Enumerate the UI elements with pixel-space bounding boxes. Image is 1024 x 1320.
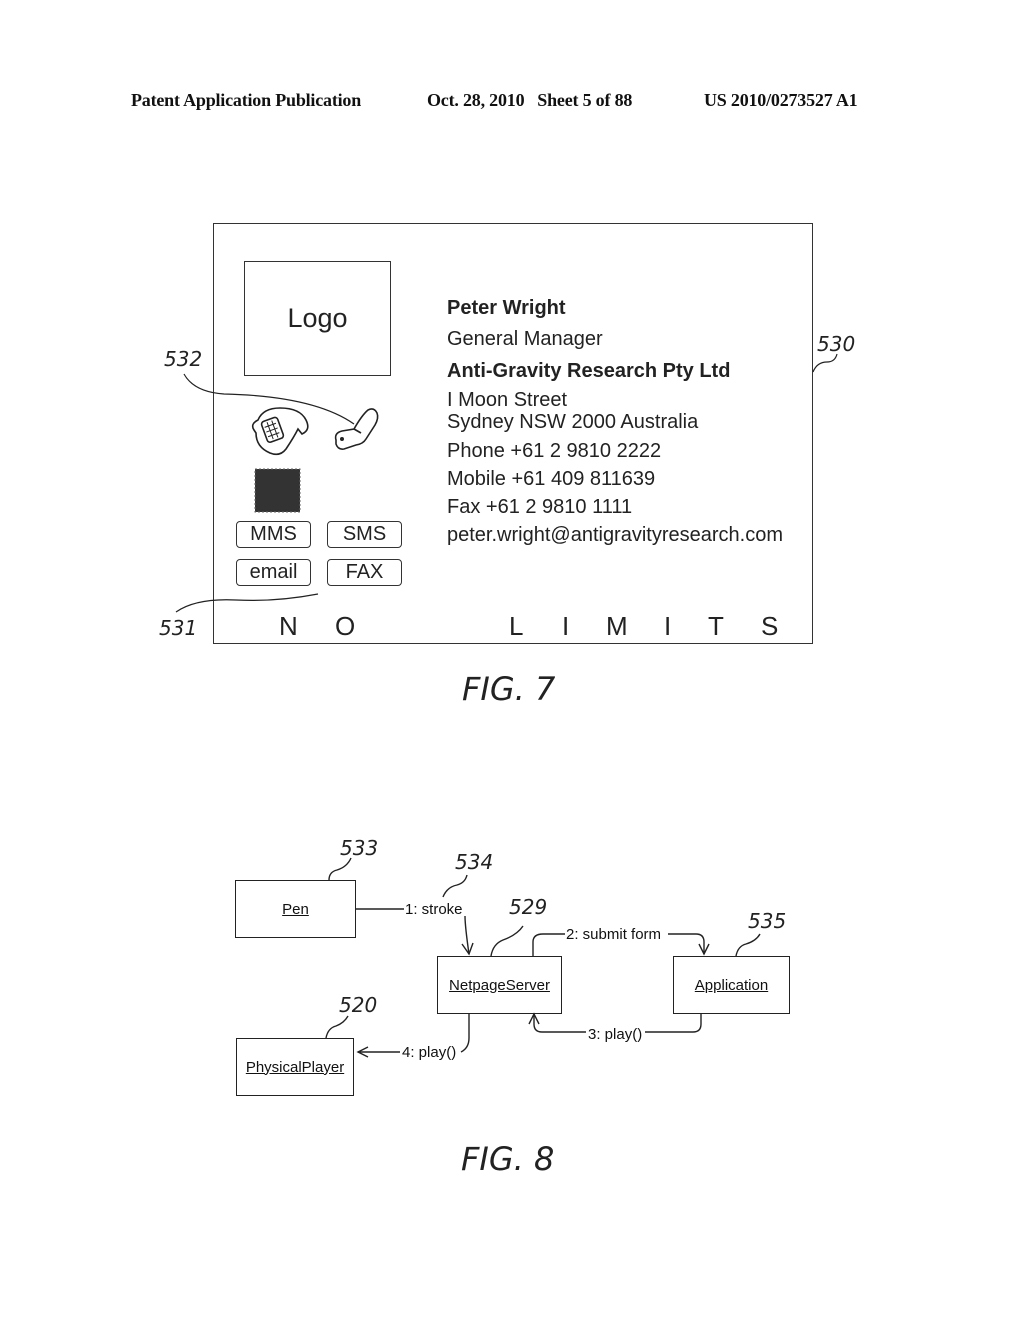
card-phone[interactable]: Phone +61 2 9810 2222 xyxy=(447,440,661,463)
ref-529-leader xyxy=(490,925,524,957)
tagline-letter: I xyxy=(562,611,570,641)
message-submit-form: 2: submit form xyxy=(565,926,663,943)
ref-532: 532 xyxy=(164,347,203,371)
card-address-line1: I Moon Street xyxy=(447,389,568,411)
tagline-letter: I xyxy=(664,611,672,641)
card-mobile[interactable]: Mobile +61 409 811639 xyxy=(447,468,655,491)
fig8-caption: FIG. 8 xyxy=(461,1140,555,1178)
ref-535-leader xyxy=(735,933,761,957)
ref-530-leader xyxy=(812,353,838,373)
card-email[interactable]: peter.wright@antigravityresearch.com xyxy=(447,524,783,547)
tagline-letter: L xyxy=(509,611,524,641)
logo-label: Logo xyxy=(287,303,348,333)
submit-form-arrow-head xyxy=(698,943,710,956)
object-netpage-server[interactable]: NetpageServer xyxy=(437,956,562,1014)
ref-531: 531 xyxy=(159,616,198,640)
fax-button[interactable]: FAX xyxy=(327,559,402,586)
ref-533-leader xyxy=(328,857,352,881)
stroke-arrow-head xyxy=(461,942,474,956)
tagline-letter: M xyxy=(606,611,628,641)
fig7-caption: FIG. 7 xyxy=(462,670,556,708)
play4-arrow-head xyxy=(356,1046,369,1058)
object-application[interactable]: Application xyxy=(673,956,790,1014)
ref-534: 534 xyxy=(455,850,494,874)
card-company: Anti-Gravity Research Pty Ltd xyxy=(447,360,731,382)
stroke-arrow xyxy=(464,915,470,955)
object-physical-player[interactable]: PhysicalPlayer xyxy=(236,1038,354,1096)
ref-533: 533 xyxy=(340,836,379,860)
ref-535: 535 xyxy=(748,909,787,933)
tagline-letter: T xyxy=(708,611,724,641)
mms-button[interactable]: MMS xyxy=(236,521,311,548)
ref-534-leader xyxy=(442,874,468,898)
tagline-letter: O xyxy=(335,611,356,641)
date-sheet-label: Oct. 28, 2010 Sheet 5 of 88 xyxy=(427,90,633,110)
message-play-4: 4: play() xyxy=(401,1044,458,1061)
message-play-3: 3: play() xyxy=(587,1026,644,1043)
logo-box: Logo xyxy=(244,261,391,376)
patent-number: US 2010/0273527 A1 xyxy=(704,90,858,110)
card-name: Peter Wright xyxy=(447,297,566,319)
object-pen[interactable]: Pen xyxy=(235,880,356,938)
fig7-drawing xyxy=(175,353,838,1058)
publication-label: Patent Application Publication xyxy=(131,90,362,110)
card-address-line2: Sydney NSW 2000 Australia xyxy=(447,411,699,433)
ref-529: 529 xyxy=(509,895,548,919)
card-title: General Manager xyxy=(447,328,603,350)
message-stroke: 1: stroke xyxy=(404,901,464,918)
ref-530: 530 xyxy=(817,332,856,356)
play3-arrow-head xyxy=(528,1012,540,1025)
tagline-letter: N xyxy=(279,611,298,641)
tagline-letter: S xyxy=(761,611,779,641)
card-fax[interactable]: Fax +61 2 9810 1111 xyxy=(447,496,632,519)
ref-520: 520 xyxy=(339,993,378,1017)
email-button[interactable]: email xyxy=(236,559,311,586)
sms-button[interactable]: SMS xyxy=(327,521,402,548)
ref-520-leader xyxy=(325,1015,349,1039)
